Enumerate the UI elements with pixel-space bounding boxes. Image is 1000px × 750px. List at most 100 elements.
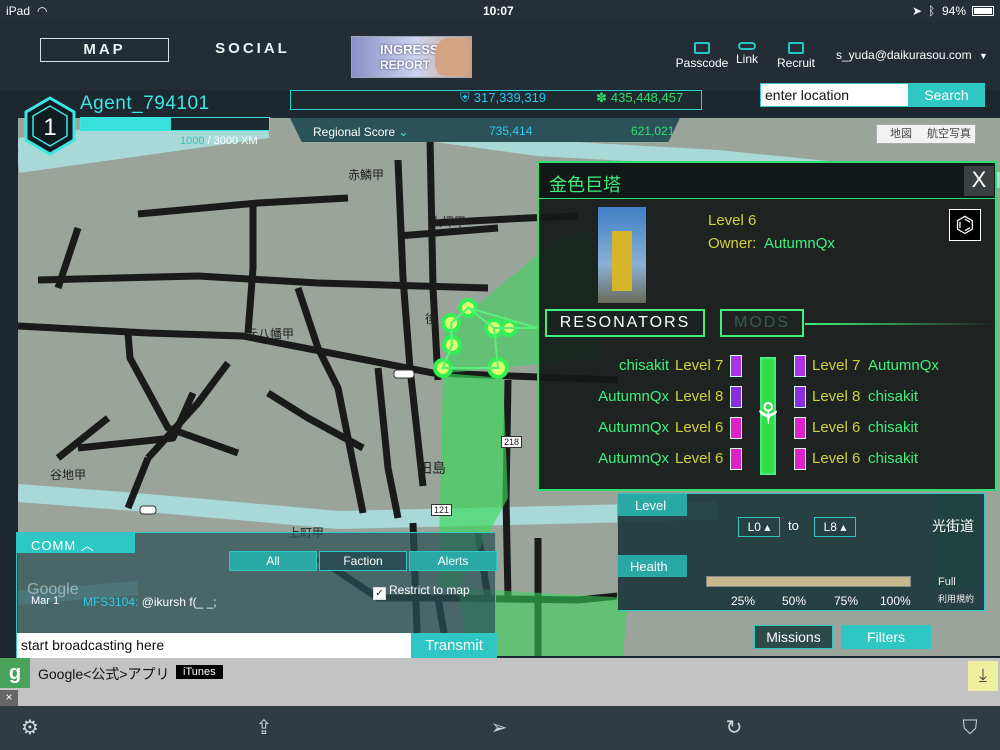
health-tick: 25% (731, 594, 756, 608)
xp-readout: 1000 / 3000 XM (180, 135, 258, 147)
banner-face-image (435, 38, 469, 76)
resonator-slot[interactable] (730, 417, 742, 439)
resistance-global-score: ⛨ 317,339,319 (460, 90, 547, 105)
map-terms-link[interactable]: 利用規約 (938, 592, 974, 605)
tab-mods[interactable]: MODS (720, 309, 804, 337)
missions-button[interactable]: Missions (754, 625, 833, 649)
portal-owner-label: Owner: (708, 235, 757, 252)
broadcast-input[interactable]: start broadcasting here (17, 633, 411, 659)
ad-close-button[interactable]: × (0, 690, 18, 706)
resonator-level: Level 6 (812, 419, 861, 436)
resonator-level: Level 8 (675, 388, 724, 405)
comm-tab-faction[interactable]: Faction (319, 551, 407, 571)
enlightened-logo-icon: ⚘ (754, 398, 782, 431)
regional-enlightened-score: 621,021 (631, 124, 675, 138)
tab-map[interactable]: MAP (40, 38, 169, 62)
health-tick: 75% (834, 594, 859, 608)
regional-score-label[interactable]: Regional Score ⌄ (313, 125, 408, 139)
resonator-level: Level 7 (812, 357, 861, 374)
settings-icon[interactable]: ⚙ (18, 716, 42, 740)
recruit-button[interactable]: Recruit (774, 42, 818, 70)
filters-button[interactable]: Filters (841, 625, 931, 649)
checkbox-icon: ✓ (373, 587, 386, 600)
link-icon (738, 42, 756, 50)
comm-message-text: @ikursh f(_ _; (141, 595, 217, 609)
tab-resonators[interactable]: RESONATORS (545, 309, 705, 337)
passcode-label: Passcode (675, 56, 729, 70)
link-label: Link (735, 52, 758, 66)
portal-photo[interactable] (598, 207, 646, 303)
refresh-icon[interactable]: ↻ (722, 716, 746, 740)
map-label: 大坪甲 (430, 215, 467, 229)
resonator-slot[interactable] (794, 355, 806, 377)
enlightened-global-score: ✽ 435,448,457 (596, 90, 684, 105)
download-icon[interactable]: ⤓ (968, 661, 998, 691)
itunes-badge: iTunes (176, 665, 223, 679)
portal-details-panel: 金色巨塔 X Level 6 Owner: AutumnQx ⌬ RESONAT… (537, 161, 997, 491)
chevron-down-icon: ⌄ (398, 125, 409, 139)
map-type-map[interactable]: 地図 (877, 125, 925, 143)
resonator-owner: AutumnQx (868, 357, 939, 374)
level-from-select[interactable]: L0 ▴ (738, 517, 780, 537)
resonator-slot[interactable] (794, 448, 806, 470)
portal-name: 金色巨塔 (549, 175, 621, 196)
comm-tab-all[interactable]: All (229, 551, 317, 571)
level-to-select[interactable]: L8 ▴ (814, 517, 856, 537)
agent-name: Agent_794101 (80, 93, 210, 114)
location-arrow-icon[interactable]: ➢ (487, 716, 511, 740)
xp-bar-fill (81, 118, 172, 130)
xp-bar (80, 117, 270, 131)
health-tick: 100% (880, 594, 911, 608)
agent-level: 1 (43, 114, 56, 141)
share-icon[interactable]: ⇪ (252, 716, 276, 740)
resonator-slot[interactable] (730, 386, 742, 408)
battery-icon (972, 6, 994, 16)
account-menu[interactable]: s_yuda@daikurasou.com ▼ (836, 48, 988, 62)
comm-message: MFS3104: @ikursh f(_ _; (83, 595, 217, 609)
map-type-satellite[interactable]: 航空写真 (925, 125, 973, 143)
resistance-icon: ⛨ (460, 90, 470, 105)
banner-title: INGRESS (380, 42, 439, 57)
caret-up-icon: ▴ (764, 520, 771, 534)
ad-banner[interactable]: g Google<公式>アプリ iTunes × ⤓ (0, 658, 1000, 706)
resonator-owner: chisakit (868, 450, 919, 467)
ingress-screen: iPad ◠ 10:07 ➤ ᛒ 94% MAP SOCIAL INGRESS … (0, 0, 1000, 750)
enlightened-faction-icon: ⌬ (949, 209, 981, 241)
level-filter-label: Level (618, 494, 687, 516)
comm-toggle[interactable]: COMM ︿ (17, 533, 135, 553)
map-label: 田島 (418, 460, 446, 476)
map-full-label: Full (938, 576, 956, 588)
ingress-report-banner[interactable]: INGRESS REPORT (351, 36, 472, 78)
restrict-to-map-checkbox[interactable]: ✓ Restrict to map (373, 583, 470, 600)
road-marker (393, 369, 415, 379)
tab-social[interactable]: SOCIAL (205, 38, 300, 62)
comm-message-date: Mar 1 (31, 595, 60, 607)
bottom-toolbar: ⚙ ⇪ ➢ ↻ ⛉ (0, 706, 1000, 750)
location-search-input[interactable] (761, 84, 908, 106)
link-button[interactable]: Link (732, 42, 762, 66)
resonator-slot[interactable] (794, 386, 806, 408)
faction-icon[interactable]: ⛉ (958, 716, 982, 740)
resonator-slot[interactable] (730, 355, 742, 377)
close-button[interactable]: X (964, 166, 994, 196)
passcode-button[interactable]: Passcode (674, 42, 730, 70)
resonator-owner: chisakit (618, 357, 669, 374)
battery-percent: 94% (942, 4, 967, 18)
resonator-level: Level 6 (675, 419, 724, 436)
account-email: s_yuda@daikurasou.com (836, 48, 972, 62)
clock: 10:07 (483, 4, 514, 18)
map-label: 元八幡甲 (246, 327, 295, 341)
resonator-owner: chisakit (868, 419, 919, 436)
health-tick: 50% (782, 594, 807, 608)
transmit-button[interactable]: Transmit (411, 633, 497, 659)
comm-tab-alerts[interactable]: Alerts (409, 551, 497, 571)
ad-text: Google<公式>アプリ (38, 666, 170, 682)
resonator-owner: AutumnQx (598, 388, 669, 405)
resonator-slot[interactable] (794, 417, 806, 439)
resonator-slot[interactable] (730, 448, 742, 470)
map-label: 赤鱗甲 (348, 168, 385, 182)
search-button[interactable]: Search (908, 84, 985, 106)
health-filter-slider[interactable] (706, 576, 911, 587)
agent-level-badge[interactable]: 1 (20, 96, 80, 156)
device-label: iPad (6, 4, 31, 18)
